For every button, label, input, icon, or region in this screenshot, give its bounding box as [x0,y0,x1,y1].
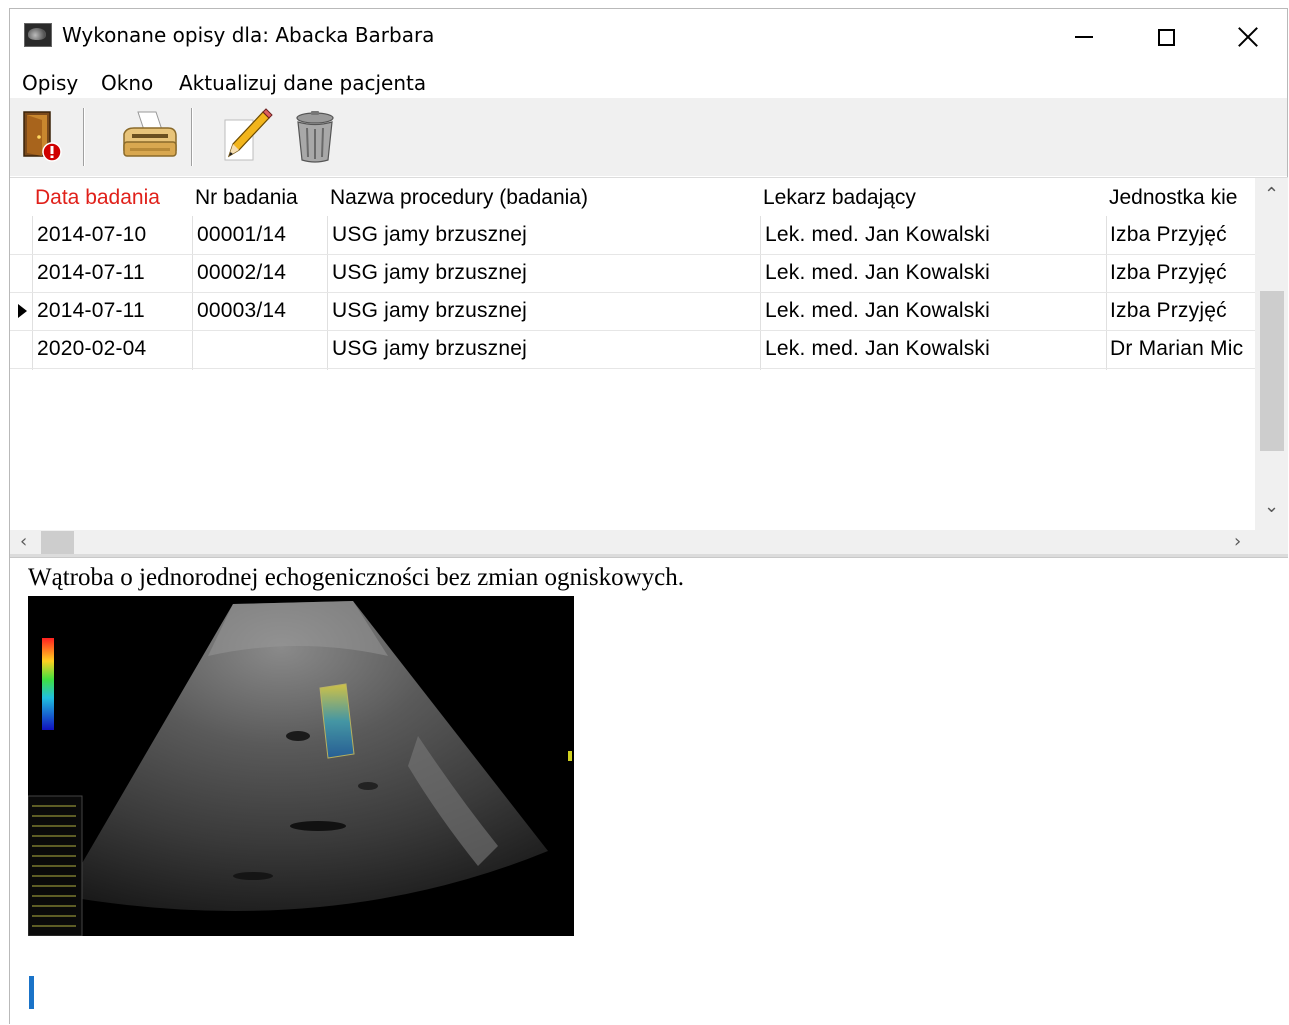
grid-header: Data badania Nr badania Nazwa procedury … [10,178,1255,216]
table-row-current[interactable]: 2014-07-11 00003/14 USG jamy brzusznej L… [10,292,1255,331]
pencil-edit-icon [224,108,273,161]
close-icon [1237,26,1259,48]
delete-button[interactable] [285,104,343,168]
scrollbar-corner [1255,530,1288,555]
cell-procedure: USG jamy brzusznej [332,223,527,246]
vertical-scroll-thumb[interactable] [1260,291,1284,451]
minimize-icon [1075,36,1093,38]
cell-unit: Dr Marian Mic [1110,337,1244,360]
current-row-indicator-icon [18,304,27,318]
maximize-icon [1157,28,1175,46]
table-row[interactable]: 2014-07-10 00001/14 USG jamy brzusznej L… [10,216,1255,255]
scroll-up-arrow-icon[interactable]: ⌃ [1264,184,1279,205]
window-title: Wykonane opisy dla: Abacka Barbara [62,23,435,47]
ultrasound-scan-icon [28,596,574,936]
cell-doctor: Lek. med. Jan Kowalski [765,223,991,246]
cell-procedure: USG jamy brzusznej [332,299,527,322]
cell-number: 00003/14 [197,299,287,322]
vertical-scrollbar[interactable]: ⌃ ⌄ [1255,178,1288,530]
scroll-right-arrow-icon[interactable]: › [1234,531,1241,552]
toolbar-separator [191,108,192,166]
menu-opisy[interactable]: Opisy [22,71,78,95]
cell-procedure: USG jamy brzusznej [332,261,527,284]
table-row[interactable]: 2020-02-04 USG jamy brzusznej Lek. med. … [10,330,1255,369]
scroll-left-arrow-icon[interactable]: ‹ [20,531,27,552]
minimize-button[interactable] [1043,9,1125,65]
cell-procedure: USG jamy brzusznej [332,337,527,360]
cell-doctor: Lek. med. Jan Kowalski [765,299,991,322]
cell-doctor: Lek. med. Jan Kowalski [765,261,991,284]
description-editor[interactable]: Wątroba o jednorodnej echogeniczności be… [10,558,1288,1025]
trash-bin-icon [296,111,334,163]
toolbar-separator [83,108,84,166]
column-header-date[interactable]: Data badania [35,186,193,210]
ultrasound-image [28,596,574,936]
column-header-unit[interactable]: Jednostka kie [1109,186,1255,210]
description-text[interactable]: Wątroba o jednorodnej echogeniczności be… [28,564,684,592]
column-header-doctor[interactable]: Lekarz badający [763,186,1103,210]
close-button[interactable] [1207,9,1289,65]
horizontal-scrollbar[interactable]: ‹ › [10,530,1255,555]
edit-button[interactable] [217,104,275,168]
toolbar [10,98,1287,176]
cell-unit: Izba Przyjęć [1110,299,1227,322]
cell-date: 2014-07-10 [37,223,147,246]
exit-button[interactable] [16,104,74,168]
cell-unit: Izba Przyjęć [1110,223,1227,246]
table-row[interactable]: 2014-07-11 00002/14 USG jamy brzusznej L… [10,254,1255,293]
column-header-procedure[interactable]: Nazwa procedury (badania) [330,186,760,210]
maximize-button[interactable] [1125,9,1207,65]
cell-doctor: Lek. med. Jan Kowalski [765,337,991,360]
cell-date: 2014-07-11 [37,299,145,322]
cell-unit: Izba Przyjęć [1110,261,1227,284]
scroll-down-arrow-icon[interactable]: ⌄ [1264,496,1279,517]
cell-number: 00001/14 [197,223,287,246]
examinations-grid[interactable]: Data badania Nr badania Nazwa procedury … [10,177,1288,555]
menu-bar: Opisy Okno Aktualizuj dane pacjenta [10,66,1287,98]
text-cursor [29,976,34,1009]
horizontal-scroll-thumb[interactable] [41,531,74,554]
title-bar[interactable]: Wykonane opisy dla: Abacka Barbara [10,9,1287,65]
ultrasound-app-icon[interactable] [24,23,52,47]
print-button[interactable] [118,104,177,168]
cell-date: 2020-02-04 [37,337,147,360]
main-window: Wykonane opisy dla: Abacka Barbara Opisy… [9,8,1288,1025]
menu-okno[interactable]: Okno [101,71,153,95]
cell-date: 2014-07-11 [37,261,145,284]
menu-aktualizuj-dane-pacjenta[interactable]: Aktualizuj dane pacjenta [179,71,426,95]
printer-icon [123,111,177,157]
column-header-number[interactable]: Nr badania [195,186,329,210]
exit-door-icon [23,111,62,162]
cell-number: 00002/14 [197,261,287,284]
